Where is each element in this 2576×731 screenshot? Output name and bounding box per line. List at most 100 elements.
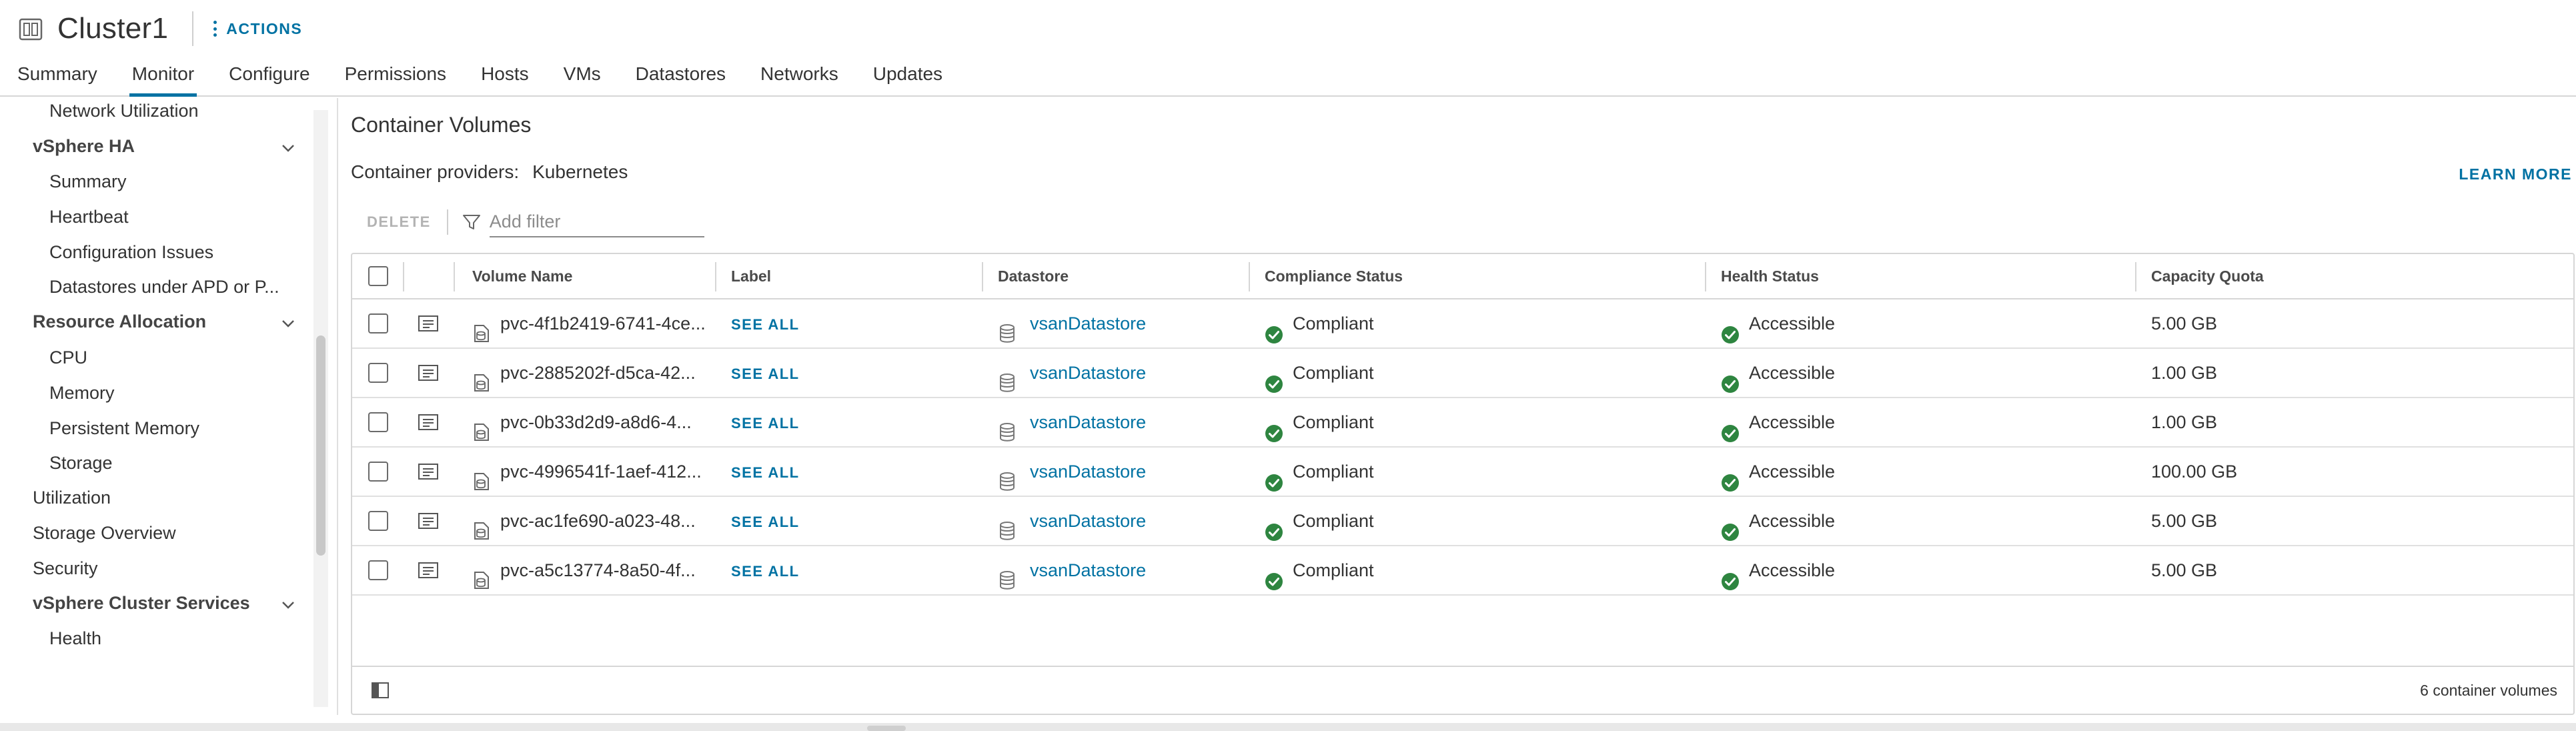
column-separator[interactable] [715, 262, 716, 291]
row-detail-icon[interactable] [418, 512, 439, 530]
sidebar-group-vsphere-cluster-services[interactable]: vSphere Cluster Services [33, 593, 250, 614]
sidebar-item-configuration-issues[interactable]: Configuration Issues [49, 242, 213, 263]
table-row[interactable]: pvc-ac1fe690-a023-48... SEE ALL vsanDatast… [352, 497, 2573, 546]
column-header-volume-name[interactable]: Volume Name [472, 254, 572, 298]
column-header-datastore[interactable]: Datastore [998, 254, 1069, 298]
title-divider [192, 11, 194, 46]
sidebar-item-security[interactable]: Security [33, 558, 98, 579]
column-header-capacity-quota[interactable]: Capacity Quota [2151, 254, 2264, 298]
tab-updates[interactable]: Updates [856, 59, 960, 97]
learn-more-link[interactable]: LEARN MORE [2459, 165, 2572, 183]
see-all-link[interactable]: SEE ALL [731, 415, 800, 432]
row-checkbox[interactable] [368, 511, 388, 531]
sidebar-item-utilization[interactable]: Utilization [33, 488, 111, 508]
volume-name: pvc-0b33d2d9-a8d6-4... [500, 412, 692, 432]
datastore-icon [998, 560, 1017, 590]
row-detail-icon[interactable] [418, 462, 439, 481]
add-filter-field[interactable] [489, 207, 704, 237]
capacity-quota: 5.00 GB [2151, 560, 2218, 580]
datastore-link[interactable]: vsanDatastore [1030, 462, 1146, 482]
column-header-health-status[interactable]: Health Status [1721, 254, 1819, 298]
add-filter-input[interactable] [489, 211, 704, 232]
health-status-cell: Accessible [1721, 349, 1835, 397]
tab-hosts[interactable]: Hosts [464, 59, 546, 97]
column-separator[interactable] [454, 262, 455, 291]
tab-networks[interactable]: Networks [743, 59, 856, 97]
bottom-panel-handle[interactable] [867, 726, 906, 731]
label-cell: SEE ALL [731, 398, 800, 446]
column-separator[interactable] [1249, 262, 1250, 291]
check-circle-icon [1721, 462, 1740, 492]
compliance-status: Compliant [1293, 363, 1374, 383]
sidebar-scrollbar-thumb[interactable] [316, 335, 326, 556]
volume-name-cell: pvc-ac1fe690-a023-48... [472, 497, 696, 545]
sidebar-item-storage-overview[interactable]: Storage Overview [33, 523, 176, 544]
see-all-link[interactable]: SEE ALL [731, 563, 800, 580]
table-row[interactable]: pvc-0b33d2d9-a8d6-4... SEE ALL vsanDatasto… [352, 398, 2573, 448]
row-checkbox[interactable] [368, 560, 388, 580]
chevron-down-icon[interactable] [279, 139, 297, 157]
sidebar-scrollbar[interactable] [313, 110, 328, 707]
row-checkbox[interactable] [368, 412, 388, 432]
column-separator[interactable] [403, 262, 404, 291]
actions-button[interactable]: ACTIONS [213, 20, 302, 38]
see-all-link[interactable]: SEE ALL [731, 464, 800, 481]
table-row[interactable]: pvc-a5c13774-8a50-4f... SEE ALL vsanDatast… [352, 546, 2573, 596]
sidebar-item-memory[interactable]: Memory [49, 383, 115, 404]
row-checkbox[interactable] [368, 462, 388, 482]
chevron-down-icon[interactable] [279, 314, 297, 333]
sidebar-group-resource-allocation[interactable]: Resource Allocation [33, 311, 206, 332]
row-detail-icon[interactable] [418, 413, 439, 432]
tab-configure[interactable]: Configure [211, 59, 327, 97]
tab-permissions[interactable]: Permissions [328, 59, 464, 97]
datastore-cell: vsanDatastore [998, 398, 1146, 446]
sidebar-item-datastores-under-apd-or-p[interactable]: Datastores under APD or P... [49, 277, 279, 297]
sidebar-item-summary[interactable]: Summary [49, 171, 127, 192]
tab-summary[interactable]: Summary [0, 59, 115, 97]
compliance-status-cell: Compliant [1265, 349, 1374, 397]
bottom-panel-strip [0, 723, 2576, 731]
sidebar-item-cpu[interactable]: CPU [49, 347, 87, 368]
row-detail-icon[interactable] [418, 363, 439, 382]
column-separator[interactable] [982, 262, 983, 291]
row-detail-icon[interactable] [418, 561, 439, 580]
see-all-link[interactable]: SEE ALL [731, 514, 800, 530]
tab-monitor[interactable]: Monitor [115, 59, 211, 97]
section-title: Container Volumes [351, 113, 532, 137]
column-toggle-icon[interactable] [371, 682, 390, 699]
volume-name: pvc-4f1b2419-6741-4ce... [500, 313, 706, 333]
volume-name-cell: pvc-a5c13774-8a50-4f... [472, 546, 696, 594]
column-separator[interactable] [1705, 262, 1706, 291]
filter-icon[interactable] [462, 212, 482, 232]
row-detail-icon[interactable] [418, 314, 439, 333]
table-row[interactable]: pvc-2885202f-d5ca-42... SEE ALL vsanDatast… [352, 349, 2573, 398]
sidebar-item-heartbeat[interactable]: Heartbeat [49, 207, 129, 227]
column-header-label[interactable]: Label [731, 254, 771, 298]
column-header-compliance-status[interactable]: Compliance Status [1265, 254, 1403, 298]
see-all-link[interactable]: SEE ALL [731, 366, 800, 382]
see-all-link[interactable]: SEE ALL [731, 316, 800, 333]
datastore-link[interactable]: vsanDatastore [1030, 412, 1146, 432]
table-row[interactable]: pvc-4996541f-1aef-412... SEE ALL vsanDatas… [352, 448, 2573, 497]
capacity-quota: 5.00 GB [2151, 511, 2218, 531]
sidebar-item-persistent-memory[interactable]: Persistent Memory [49, 418, 199, 439]
sidebar-item-storage[interactable]: Storage [49, 453, 113, 474]
table-row[interactable]: pvc-4f1b2419-6741-4ce... SEE ALL vsanDatas… [352, 299, 2573, 349]
datastore-cell: vsanDatastore [998, 448, 1146, 496]
row-checkbox[interactable] [368, 313, 388, 333]
datastore-link[interactable]: vsanDatastore [1030, 560, 1146, 580]
column-separator[interactable] [2135, 262, 2136, 291]
sidebar-item-network-utilization[interactable]: Network Utilization [49, 101, 199, 121]
chevron-down-icon[interactable] [279, 596, 297, 614]
delete-button[interactable]: DELETE [351, 213, 447, 231]
datastore-link[interactable]: vsanDatastore [1030, 511, 1146, 531]
sidebar-group-vsphere-ha[interactable]: vSphere HA [33, 136, 135, 157]
datastore-link[interactable]: vsanDatastore [1030, 313, 1146, 333]
select-all-checkbox[interactable] [368, 266, 388, 286]
datastore-link[interactable]: vsanDatastore [1030, 363, 1146, 383]
row-checkbox[interactable] [368, 363, 388, 383]
tab-datastores[interactable]: Datastores [618, 59, 743, 97]
check-circle-icon [1721, 512, 1740, 541]
tab-vms[interactable]: VMs [546, 59, 618, 97]
sidebar-item-health[interactable]: Health [49, 628, 101, 649]
